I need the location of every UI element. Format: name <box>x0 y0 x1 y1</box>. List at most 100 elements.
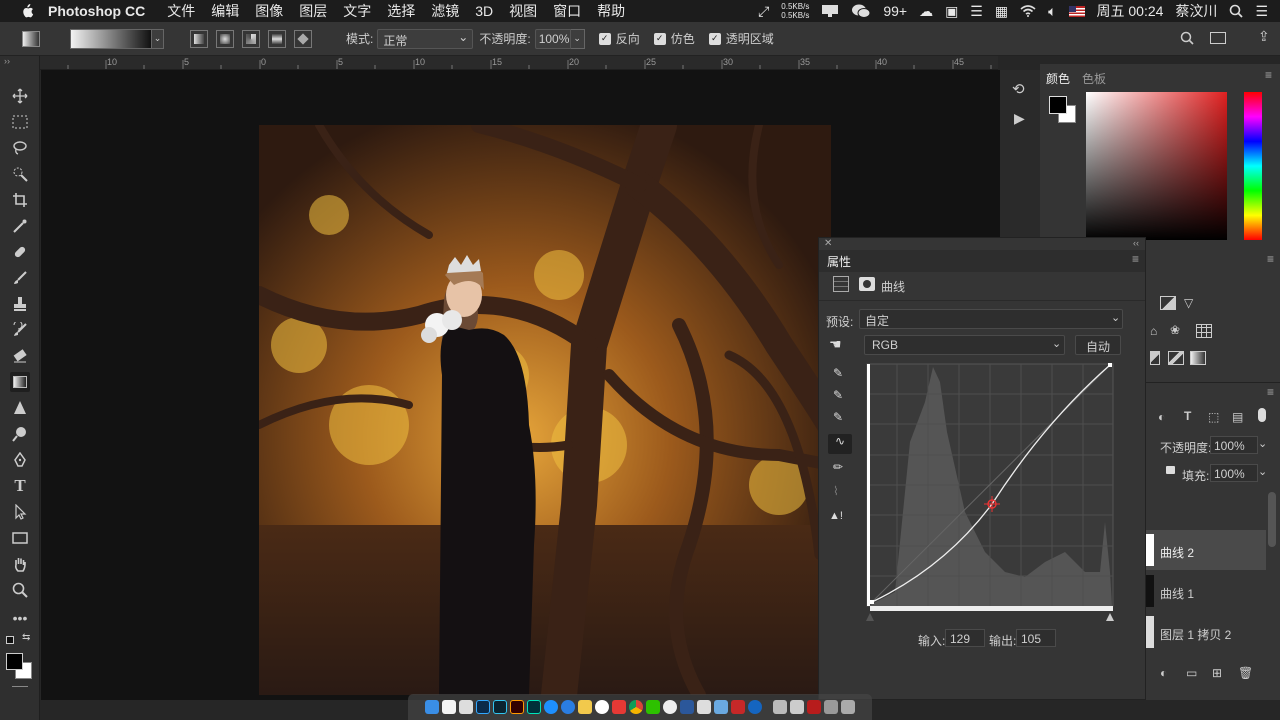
layer-row[interactable]: 曲线 2 <box>1146 530 1266 570</box>
preset-select[interactable]: 自定 <box>859 309 1123 329</box>
keyboard-icon[interactable] <box>824 700 838 714</box>
search-icon[interactable] <box>1229 4 1244 18</box>
fill-input[interactable]: 100% <box>1210 464 1258 482</box>
more-tools-icon[interactable]: ••• <box>10 608 30 628</box>
quick-select-tool-icon[interactable] <box>10 164 30 184</box>
flag-icon[interactable] <box>1068 5 1085 17</box>
volume-icon[interactable]: 🔈︎ <box>1048 3 1056 20</box>
list-icon[interactable]: ☰ <box>1255 3 1268 20</box>
weibo-icon[interactable] <box>595 700 609 714</box>
safari-icon[interactable] <box>561 700 575 714</box>
menu-3d[interactable]: 3D <box>475 3 493 19</box>
filter-type-icon[interactable]: T <box>1184 409 1191 423</box>
gradient-tool-preset-icon[interactable] <box>22 31 40 47</box>
collapse-icon[interactable]: ›› <box>4 56 10 66</box>
gray-point-eyedropper-icon[interactable]: ✎ <box>833 388 843 402</box>
notification-badge[interactable]: 99+ <box>883 3 907 19</box>
layer-row[interactable]: 图层 1 拷贝 2 <box>1146 612 1266 652</box>
radial-gradient-button[interactable] <box>216 29 234 48</box>
filter-adjust-icon[interactable]: ◐ <box>1158 410 1165 424</box>
camera-raw-icon[interactable]: ⌂ <box>1150 324 1157 338</box>
dither-checkbox[interactable]: ✓ 仿色 <box>653 30 695 47</box>
notes-icon[interactable] <box>459 700 473 714</box>
flag2-icon[interactable] <box>807 700 821 714</box>
illustrator-icon[interactable] <box>510 700 524 714</box>
color-lookup-icon[interactable] <box>1196 324 1212 338</box>
screen-icon[interactable] <box>790 700 804 714</box>
reflected-gradient-button[interactable] <box>268 29 286 48</box>
layer-opacity-input[interactable]: 100% <box>1210 436 1258 454</box>
rectangle-tool-icon[interactable] <box>10 528 30 548</box>
zoom-tool-icon[interactable] <box>10 580 30 600</box>
menu-edit[interactable]: 编辑 <box>211 1 239 21</box>
crop-tool-icon[interactable] <box>10 190 30 210</box>
collapse-icon[interactable]: ‹‹ <box>1133 238 1139 248</box>
pencil-draw-icon[interactable]: ✏ <box>833 460 843 474</box>
menu-select[interactable]: 选择 <box>387 1 415 21</box>
app-store-icon[interactable] <box>544 700 558 714</box>
channel-mixer-icon[interactable]: ❀ <box>1170 323 1180 337</box>
hand-tool-icon[interactable] <box>10 554 30 574</box>
curves-graph[interactable] <box>865 362 1115 624</box>
adjustment-layer-icon[interactable]: ◐ <box>1160 666 1167 680</box>
curve-point-tool-icon[interactable]: ∿ <box>828 434 852 454</box>
new-layer-icon[interactable]: ⊞ <box>1212 666 1222 680</box>
clipping-warning-icon[interactable]: ▲! <box>829 510 843 522</box>
eraser-tool-icon[interactable] <box>10 346 30 366</box>
filter-shape-icon[interactable]: ⬚ <box>1208 410 1219 424</box>
music-icon[interactable] <box>612 700 626 714</box>
workspace-icon[interactable] <box>1210 32 1226 44</box>
trash-icon[interactable] <box>841 700 855 714</box>
battery-icon[interactable]: ▦ <box>995 3 1008 20</box>
levels-adjust-icon[interactable] <box>1160 296 1176 310</box>
menu-help[interactable]: 帮助 <box>597 1 625 21</box>
evernote-icon[interactable]: ▣ <box>945 3 958 20</box>
panel-menu-icon[interactable]: ≡ <box>1267 252 1274 266</box>
mask-icon[interactable] <box>859 277 875 291</box>
wechat-app-icon[interactable] <box>646 700 660 714</box>
output-field[interactable]: 105 <box>1016 629 1056 647</box>
invert-icon[interactable] <box>1150 351 1160 365</box>
arrows-icon[interactable]: ⤢ <box>758 3 769 20</box>
panel-menu-icon[interactable]: ≡ <box>1132 252 1139 266</box>
delete-layer-icon[interactable]: 🗑︎ <box>1238 666 1253 680</box>
chrome-icon[interactable] <box>629 700 643 714</box>
calendar-icon[interactable] <box>442 700 456 714</box>
panel-menu-icon[interactable]: ≡ <box>1267 385 1274 399</box>
input-field[interactable]: 129 <box>945 629 985 647</box>
history-brush-tool-icon[interactable] <box>10 320 30 340</box>
chevron-down-icon[interactable]: ⌄ <box>1258 437 1267 450</box>
healing-brush-tool-icon[interactable] <box>10 242 30 262</box>
audition-icon[interactable] <box>527 700 541 714</box>
wechat-icon[interactable] <box>851 3 871 19</box>
close-icon[interactable]: ✕ <box>824 238 832 249</box>
search-icon[interactable] <box>1180 31 1194 48</box>
reverse-checkbox[interactable]: ✓ 反向 <box>598 30 640 47</box>
transparency-checkbox[interactable]: ✓ 透明区域 <box>708 30 774 47</box>
stamp-tool-icon[interactable] <box>10 294 30 314</box>
menu-window[interactable]: 窗口 <box>553 1 581 21</box>
filter-toggle[interactable] <box>1258 408 1266 422</box>
angle-gradient-button[interactable] <box>242 29 260 48</box>
user-name[interactable]: 蔡汶川 <box>1175 1 1217 21</box>
messages-icon[interactable] <box>663 700 677 714</box>
smooth-curve-icon[interactable]: ⌇ <box>833 484 839 498</box>
app-name[interactable]: Photoshop CC <box>48 3 145 19</box>
swap-colors-icon[interactable]: ⇆ <box>22 632 30 643</box>
path-select-tool-icon[interactable] <box>10 502 30 522</box>
filter-smart-icon[interactable]: ▤ <box>1232 410 1243 424</box>
eyedropper-tool-icon[interactable] <box>10 216 30 236</box>
new-group-icon[interactable]: ▭ <box>1186 666 1197 680</box>
gradient-map-icon[interactable]: ▽ <box>1184 296 1193 310</box>
folder-icon[interactable] <box>578 700 592 714</box>
layer-row[interactable]: 曲线 1 <box>1146 571 1266 611</box>
history-icon[interactable]: ⟲ <box>1012 80 1025 98</box>
menu-file[interactable]: 文件 <box>167 1 195 21</box>
lock-icon[interactable] <box>1166 466 1175 474</box>
diamond-gradient-button[interactable] <box>294 29 312 48</box>
panel-menu-icon[interactable]: ≡ <box>1265 68 1272 82</box>
channel-select[interactable]: RGB <box>864 335 1065 355</box>
menu-view[interactable]: 视图 <box>509 1 537 21</box>
preview-icon[interactable] <box>714 700 728 714</box>
white-point-eyedropper-icon[interactable]: ✎ <box>833 410 843 424</box>
